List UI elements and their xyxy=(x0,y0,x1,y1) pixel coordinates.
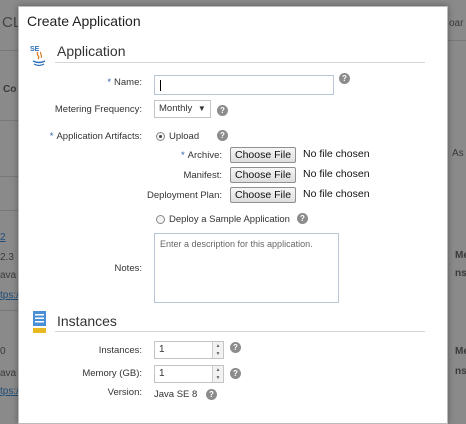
bg-row1-url[interactable]: tps:/ xyxy=(0,290,19,301)
artifacts-required-marker: * xyxy=(49,131,54,142)
name-label: * Name: xyxy=(107,77,142,88)
bg-row1-link[interactable]: 2 xyxy=(0,232,6,243)
stepper-up-icon[interactable]: ▲ xyxy=(213,342,223,350)
version-value: Java SE 8 xyxy=(154,389,198,400)
java-se-icon: SE xyxy=(30,46,46,67)
memory-value: 1 xyxy=(159,368,165,379)
manifest-label: Manifest: xyxy=(183,170,222,181)
deployment-plan-file-status: No file chosen xyxy=(303,188,370,200)
create-application-dialog: Create Application SE Application * Name:… xyxy=(18,6,448,424)
archive-label-text: Archive: xyxy=(187,150,222,161)
bg-row2-url[interactable]: tps:/ xyxy=(0,386,19,397)
instances-icon xyxy=(33,311,46,333)
bg-row2-right-b: nst xyxy=(455,366,466,377)
bg-right-fragment-top: oar xyxy=(449,18,464,29)
notes-placeholder: Enter a description for this application… xyxy=(160,239,313,249)
instances-value: 1 xyxy=(159,344,165,355)
upload-radio[interactable] xyxy=(156,132,165,141)
text-caret xyxy=(160,80,161,91)
name-label-text: Name: xyxy=(114,77,142,88)
name-input[interactable] xyxy=(154,75,334,95)
bg-row1-version: 2.3 xyxy=(0,252,14,263)
instances-spin-arrows[interactable]: ▲ ▼ xyxy=(212,342,223,358)
application-section-divider xyxy=(55,62,425,63)
bg-column-fragment: Co xyxy=(3,84,17,95)
name-help-icon[interactable]: ? xyxy=(339,73,350,84)
metering-frequency-label: Metering Frequency: xyxy=(54,104,142,115)
chevron-down-icon: ▼ xyxy=(197,104,206,113)
bg-row2-right-a: Me xyxy=(455,346,466,357)
stepper-down-icon[interactable]: ▼ xyxy=(213,350,223,358)
memory-stepper[interactable]: 1 ▲ ▼ xyxy=(154,365,224,383)
stepper-down-icon[interactable]: ▼ xyxy=(213,374,223,382)
upload-radio-label: Upload xyxy=(169,131,200,142)
archive-choose-file-button[interactable]: Choose File xyxy=(230,147,297,163)
bg-right-fragment-as: As xyxy=(452,148,464,159)
manifest-file-status: No file chosen xyxy=(303,168,370,180)
archive-label: * Archive: xyxy=(181,150,222,161)
deploy-sample-help-icon[interactable]: ? xyxy=(297,213,308,224)
archive-required-marker: * xyxy=(180,150,185,161)
application-artifacts-label-text: Application Artifacts: xyxy=(56,131,142,142)
memory-label: Memory (GB): xyxy=(82,368,142,379)
deployment-plan-choose-file-button[interactable]: Choose File xyxy=(230,187,297,203)
application-artifacts-label: * Application Artifacts: xyxy=(50,131,142,142)
metering-frequency-value: Monthly xyxy=(159,103,193,114)
bg-row2-first: 0 xyxy=(0,346,6,357)
instances-stepper[interactable]: 1 ▲ ▼ xyxy=(154,341,224,359)
application-section-title: Application xyxy=(57,43,126,59)
instances-section-divider xyxy=(55,331,425,332)
deployment-plan-label: Deployment Plan: xyxy=(147,190,222,201)
manifest-choose-file-button[interactable]: Choose File xyxy=(230,167,297,183)
metering-frequency-select[interactable]: Monthly ▼ xyxy=(154,100,211,118)
application-artifacts-help-icon[interactable]: ? xyxy=(217,130,228,141)
deploy-sample-radio[interactable] xyxy=(156,215,165,224)
bg-row1-right-b: nst xyxy=(455,268,466,279)
dialog-title: Create Application xyxy=(27,13,141,29)
deploy-sample-radio-label: Deploy a Sample Application xyxy=(169,214,290,225)
metering-frequency-help-icon[interactable]: ? xyxy=(217,105,228,116)
bg-row1-right-a: Me xyxy=(455,250,466,261)
stepper-up-icon[interactable]: ▲ xyxy=(213,366,223,374)
instances-section-title: Instances xyxy=(57,313,117,329)
notes-textarea[interactable]: Enter a description for this application… xyxy=(154,233,339,303)
memory-spin-arrows[interactable]: ▲ ▼ xyxy=(212,366,223,382)
svg-text:SE: SE xyxy=(30,46,40,53)
archive-file-status: No file chosen xyxy=(303,148,370,160)
version-help-icon[interactable]: ? xyxy=(206,389,217,400)
name-required-marker: * xyxy=(107,77,112,88)
notes-label: Notes: xyxy=(114,263,142,274)
instances-count-label: Instances: xyxy=(98,345,142,356)
version-label: Version: xyxy=(107,387,142,398)
instances-help-icon[interactable]: ? xyxy=(230,342,241,353)
memory-help-icon[interactable]: ? xyxy=(230,368,241,379)
